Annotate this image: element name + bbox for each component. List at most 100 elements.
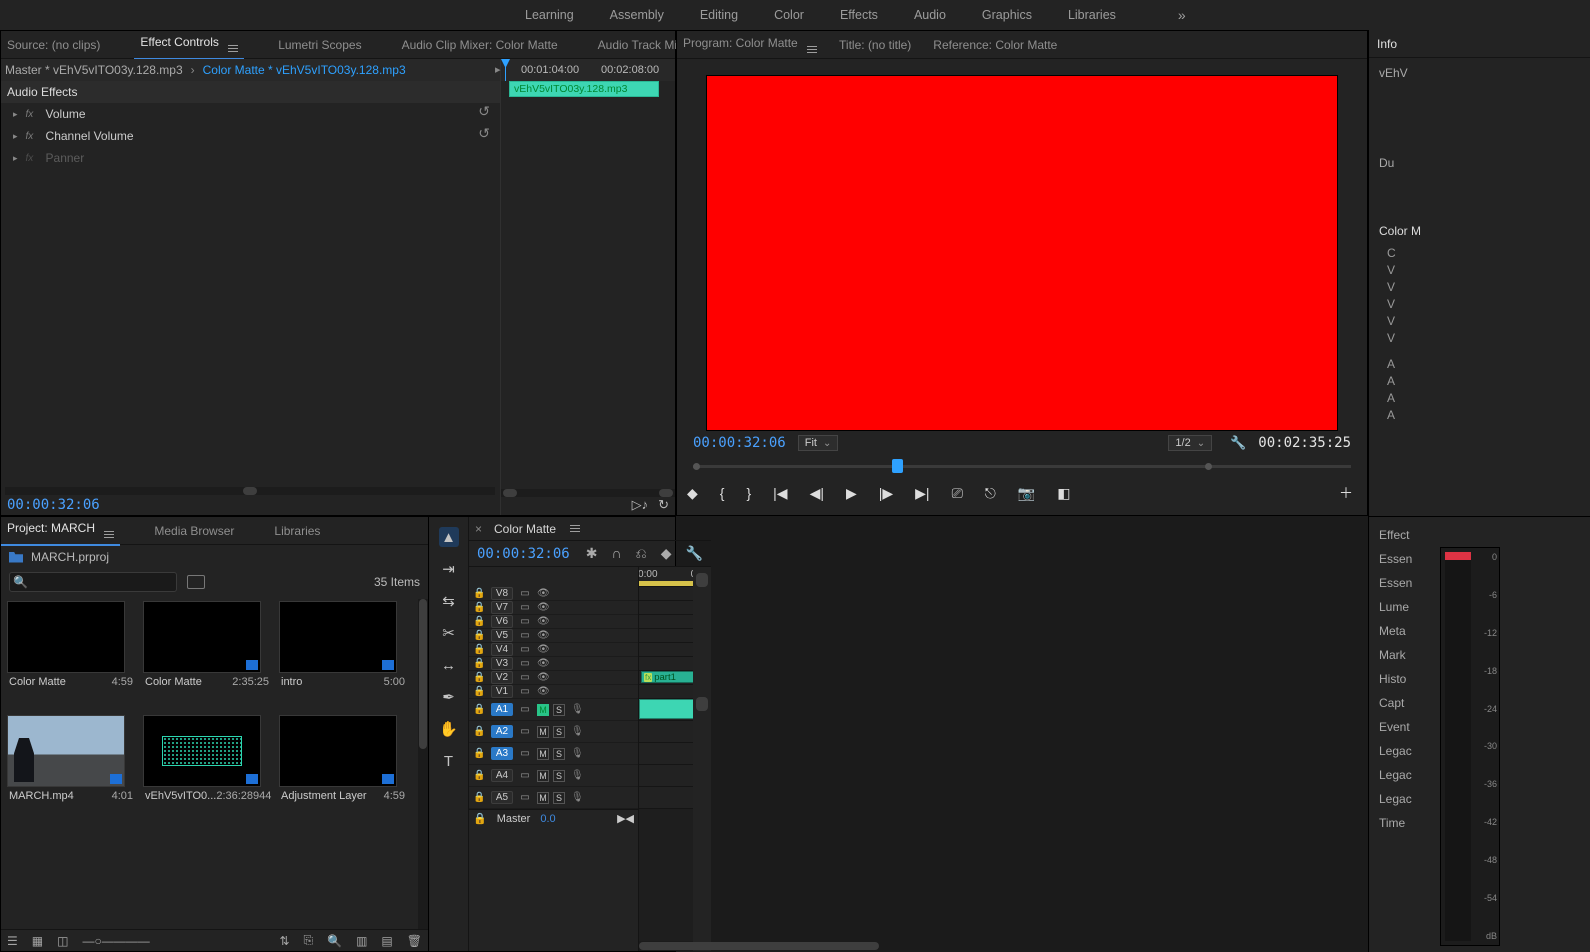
toggle-output-icon[interactable]: 👁	[537, 686, 549, 697]
timeline-scroll-y[interactable]	[693, 567, 711, 951]
master-track-header[interactable]: 🔒Master0.0▶◀	[469, 809, 638, 827]
solo-button[interactable]: S	[553, 748, 565, 760]
lock-icon[interactable]: 🔒	[473, 704, 485, 715]
video-track-header[interactable]: 🔒 V7 ▭ 👁	[469, 601, 638, 615]
video-track-header[interactable]: 🔒 V2 ▭ 👁	[469, 671, 638, 685]
ws-tab-libraries[interactable]: Libraries	[1068, 8, 1116, 22]
timeline-timecode[interactable]: 00:00:32:06	[477, 546, 570, 562]
marker-icon[interactable]: ◆	[661, 545, 672, 562]
lock-icon[interactable]: 🔒	[473, 602, 485, 613]
tab-program[interactable]: Program: Color Matte	[683, 36, 817, 53]
play-button[interactable]: ▶	[846, 485, 857, 502]
effect-item-volume[interactable]: ▸fxVolume ↺	[1, 103, 500, 125]
icon-view-icon[interactable]: ▦	[32, 934, 43, 948]
tab-audio-clip-mixer[interactable]: Audio Clip Mixer: Color Matte	[396, 32, 564, 58]
razor-tool[interactable]: ✂	[439, 623, 459, 643]
tab-project[interactable]: Project: MARCH	[1, 515, 120, 546]
type-tool[interactable]: T	[439, 751, 459, 771]
lock-icon[interactable]: 🔒	[473, 672, 485, 683]
trash-icon[interactable]: 🗑	[407, 934, 422, 948]
ws-tab-learning[interactable]: Learning	[525, 8, 574, 22]
tab-lumetri-scopes[interactable]: Lumetri Scopes	[272, 32, 367, 58]
lock-icon[interactable]: 🔒	[473, 658, 485, 669]
lock-icon[interactable]: 🔒	[473, 792, 485, 803]
bin-item[interactable]: intro5:00	[279, 601, 407, 709]
toggle-output-icon[interactable]: 👁	[537, 644, 549, 655]
audio-track-lane[interactable]	[639, 787, 693, 809]
mark-in-button[interactable]: {	[720, 485, 725, 501]
export-frame-button[interactable]: 📷	[1018, 485, 1035, 502]
audio-track-header[interactable]: 🔒 A5 ▭ MS 🎙	[469, 787, 638, 809]
reset-icon[interactable]: ↺	[478, 103, 490, 120]
voiceover-icon[interactable]: 🎙	[571, 704, 584, 715]
filter-bin-icon[interactable]	[187, 575, 205, 589]
project-search-input[interactable]	[9, 572, 177, 592]
ws-tab-editing[interactable]: Editing	[700, 8, 738, 22]
panel-menu-icon[interactable]	[807, 46, 817, 53]
go-to-out-button[interactable]: ▶|	[915, 485, 929, 502]
toggle-output-icon[interactable]: 👁	[537, 616, 549, 627]
toggle-output-icon[interactable]: 👁	[537, 602, 549, 613]
sequence-tab[interactable]: Color Matte	[494, 522, 556, 536]
audio-track-header[interactable]: 🔒 A2 ▭ MS 🎙	[469, 721, 638, 743]
sync-lock-icon[interactable]: ▭	[519, 616, 531, 627]
ec-timecode[interactable]: 00:00:32:06	[7, 497, 100, 513]
playback-res-dropdown[interactable]: 1/2	[1168, 435, 1212, 451]
voiceover-icon[interactable]: 🎙	[571, 792, 584, 803]
hand-tool[interactable]: ✋	[439, 719, 459, 739]
solo-button[interactable]: S	[553, 704, 565, 716]
project-scroll-y[interactable]	[418, 599, 428, 929]
ws-tab-color[interactable]: Color	[774, 8, 804, 22]
sync-lock-icon[interactable]: ▭	[519, 748, 531, 759]
video-track-lane[interactable]: fxpart1fxMARCH Linked Comp 14/gl.aep	[639, 671, 693, 685]
tab-title[interactable]: Title: (no title)	[839, 38, 911, 52]
mini-clip[interactable]: vEhV5vITO03y.128.mp3	[509, 81, 659, 97]
zoom-fit-dropdown[interactable]: Fit	[798, 435, 839, 451]
audio-track-lane[interactable]	[639, 699, 693, 721]
comparison-button[interactable]: ◧	[1057, 485, 1070, 502]
freeform-view-icon[interactable]: ◫	[57, 934, 68, 948]
program-timecode[interactable]: 00:00:32:06	[693, 435, 786, 451]
tab-source[interactable]: Source: (no clips)	[1, 32, 106, 58]
bin-item[interactable]: MARCH.mp44:01	[7, 715, 135, 823]
extract-button[interactable]: ⎋	[985, 485, 996, 502]
program-monitor-canvas[interactable]	[706, 75, 1338, 431]
lock-icon[interactable]: 🔒	[473, 686, 485, 697]
sync-lock-icon[interactable]: ▭	[519, 770, 531, 781]
settings-wrench-icon[interactable]: 🔧	[1230, 435, 1246, 451]
timeline-clip[interactable]: fxpart1	[641, 671, 693, 683]
sort-icon[interactable]: ⇅	[279, 934, 289, 948]
go-to-in-button[interactable]: |◀	[773, 485, 787, 502]
zoom-slider[interactable]: —○————	[82, 934, 149, 948]
timeline-ruler[interactable]: 00:0000:00:08:0000:00:16:0000:00:24:0000…	[639, 567, 693, 587]
sync-lock-icon[interactable]: ▭	[519, 588, 531, 599]
panel-menu-icon[interactable]	[228, 45, 238, 52]
voiceover-icon[interactable]: 🎙	[571, 726, 584, 737]
mute-button[interactable]: M	[537, 770, 549, 782]
slip-tool[interactable]: ↔	[439, 655, 459, 675]
effect-item-channel-volume[interactable]: ▸fxChannel Volume ↺	[1, 125, 500, 147]
toggle-output-icon[interactable]: 👁	[537, 672, 549, 683]
bin-item[interactable]: Adjustment Layer4:59	[279, 715, 407, 823]
video-track-lane[interactable]	[639, 685, 693, 699]
stacked-panel-tab[interactable]: Effect	[1377, 523, 1590, 547]
sync-lock-icon[interactable]: ▭	[519, 644, 531, 655]
ws-tab-audio[interactable]: Audio	[914, 8, 946, 22]
mute-button[interactable]: M	[537, 726, 549, 738]
bin-item[interactable]: vEhV5vITO0...2:36:28944	[143, 715, 271, 823]
settings-icon[interactable]: 🔧	[686, 545, 703, 562]
voiceover-icon[interactable]: 🎙	[571, 770, 584, 781]
find-icon[interactable]: 🔍	[327, 934, 342, 948]
audio-track-header[interactable]: 🔒 A1 ▭ MS 🎙	[469, 699, 638, 721]
solo-button[interactable]: S	[553, 770, 565, 782]
mark-out-button[interactable]: }	[746, 485, 751, 501]
lock-icon[interactable]: 🔒	[473, 770, 485, 781]
magnet-icon[interactable]: ∩	[611, 545, 621, 562]
linked-selection-icon[interactable]: ⎌	[636, 545, 647, 562]
toggle-output-icon[interactable]: 👁	[537, 588, 549, 599]
audio-track-header[interactable]: 🔒 A4 ▭ MS 🎙	[469, 765, 638, 787]
tab-media-browser[interactable]: Media Browser	[148, 518, 240, 544]
tab-effect-controls[interactable]: Effect Controls	[134, 29, 244, 60]
scroll-thumb[interactable]	[243, 487, 257, 495]
step-back-button[interactable]: ◀|	[810, 485, 824, 502]
